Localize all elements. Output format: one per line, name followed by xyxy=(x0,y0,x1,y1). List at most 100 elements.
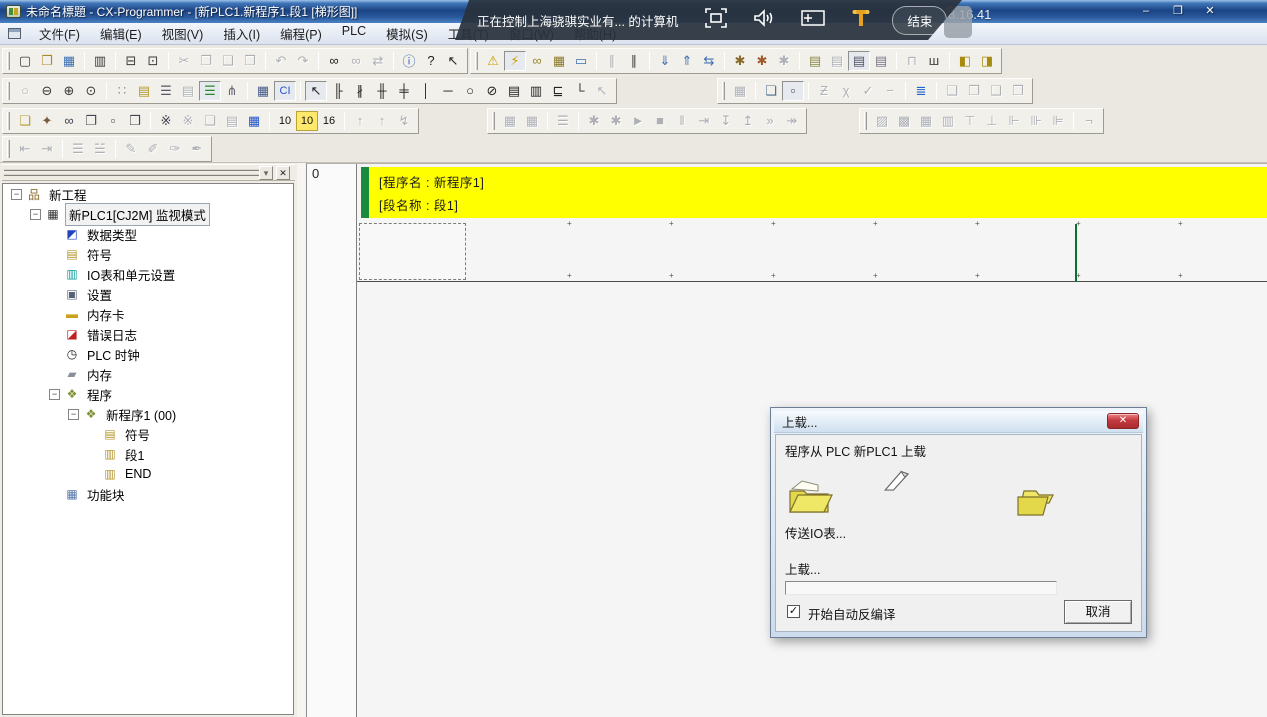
toolbar-grip[interactable] xyxy=(7,52,10,70)
build-tools-icon[interactable]: ✦ xyxy=(36,111,58,131)
open-project-icon[interactable]: ❒ xyxy=(36,51,58,71)
selected-cell[interactable] xyxy=(359,223,466,280)
comment-view-icon[interactable]: ▤ xyxy=(133,81,155,101)
auto-decompile-checkbox[interactable]: ✓ xyxy=(787,605,800,618)
output-window-icon[interactable]: ▫ xyxy=(102,111,124,131)
transfer-to-plc-icon[interactable]: ⇓ xyxy=(654,51,676,71)
mnemonics-view-icon[interactable]: ▦ xyxy=(252,81,274,101)
dialog-close-button[interactable]: ✕ xyxy=(1107,413,1139,429)
horizontal-line-icon[interactable]: ─ xyxy=(437,81,459,101)
tree-item-io-table[interactable]: ▥IO表和单元设置 xyxy=(3,264,293,284)
properties-window-icon[interactable]: ❒ xyxy=(124,111,146,131)
print-preview-icon[interactable]: ⊡ xyxy=(142,51,164,71)
about-info-icon[interactable]: ⓘ xyxy=(398,51,420,71)
tree-item-io-table-label[interactable]: IO表和单元设置 xyxy=(84,264,178,285)
menu-item-plc[interactable]: PLC xyxy=(332,21,376,46)
tree-item-error-log-label[interactable]: 错误日志 xyxy=(84,324,140,345)
toolbar-grip[interactable] xyxy=(475,52,478,70)
display-decimal-icon[interactable]: 10 xyxy=(274,111,296,131)
tree-expander-icon[interactable]: − xyxy=(30,209,41,220)
tree-item-error-log[interactable]: ◪错误日志 xyxy=(3,324,293,344)
layer-stack-icon[interactable]: ❏ xyxy=(760,81,782,101)
coil-closed-icon[interactable]: ⊘ xyxy=(481,81,503,101)
display-decimal-forced-icon[interactable]: 10 xyxy=(296,111,318,131)
zoom-fit-icon[interactable]: ⊙ xyxy=(80,81,102,101)
menu-item-program[interactable]: 编程(P) xyxy=(270,21,332,46)
instruction-set-icon[interactable]: ▥ xyxy=(525,81,547,101)
tree-item-program1-symbols[interactable]: ▤符号 xyxy=(3,424,293,444)
monitor-rung-colors-icon[interactable]: ☰ xyxy=(199,81,221,101)
contact-or-nc-icon[interactable]: ╪ xyxy=(393,81,415,101)
dialog-title-bar[interactable]: 上载... ✕ xyxy=(774,411,1143,433)
transfer-from-plc-icon[interactable]: ⇑ xyxy=(676,51,698,71)
tree-item-memory-card[interactable]: ▬内存卡 xyxy=(3,304,293,324)
tree-pane-toggle-icon[interactable]: ⋔ xyxy=(221,81,243,101)
watch-window-icon[interactable]: ❐ xyxy=(80,111,102,131)
tree-item-end-label[interactable]: END xyxy=(122,466,154,482)
display-hex-icon[interactable]: 16 xyxy=(318,111,340,131)
toolbar-grip[interactable] xyxy=(864,112,867,130)
address-reference-icon[interactable]: ≣ xyxy=(910,81,932,101)
address-ci-icon[interactable]: CI xyxy=(274,81,296,101)
menu-item-view[interactable]: 视图(V) xyxy=(152,21,214,46)
cross-reference-icon[interactable]: ※ xyxy=(155,111,177,131)
tree-item-project-label[interactable]: 新工程 xyxy=(46,184,90,205)
fullscreen-icon[interactable] xyxy=(704,7,728,34)
tree-item-settings-label[interactable]: 设置 xyxy=(84,284,115,305)
tree-item-section1-label[interactable]: 段1 xyxy=(122,444,147,465)
instruction-box-icon[interactable]: ▤ xyxy=(503,81,525,101)
tree-item-project[interactable]: −品新工程 xyxy=(3,184,293,204)
workspace-dropdown-button[interactable]: ▾ xyxy=(259,166,273,180)
save-online-icon[interactable]: ▦ xyxy=(548,51,570,71)
new-window-icon[interactable] xyxy=(800,7,826,34)
toolbar-grip[interactable] xyxy=(7,82,10,100)
toolbar-grip[interactable] xyxy=(7,140,10,158)
function-block-call-icon[interactable]: ⊑ xyxy=(547,81,569,101)
restore-button[interactable]: ❐ xyxy=(1169,4,1187,18)
tree-expander-icon[interactable]: − xyxy=(11,189,22,200)
find-online-icon[interactable]: ∞ xyxy=(526,51,548,71)
cancel-button[interactable]: 取消 xyxy=(1064,600,1132,624)
menu-item-file[interactable]: 文件(F) xyxy=(29,21,90,46)
save-project-icon[interactable]: ▦ xyxy=(58,51,80,71)
toolbar-grip[interactable] xyxy=(492,112,495,130)
tree-item-plc-clock[interactable]: ◷PLC 时钟 xyxy=(3,344,293,364)
find-icon[interactable]: ∞ xyxy=(323,51,345,71)
tree-expander-icon[interactable]: − xyxy=(49,389,60,400)
monitor-mode-icon[interactable]: ⚡ xyxy=(504,51,526,71)
force-off-icon[interactable]: ✱ xyxy=(751,51,773,71)
tree-expander-icon[interactable]: − xyxy=(68,409,79,420)
tree-item-end[interactable]: ▥END xyxy=(3,464,293,484)
tree-item-plc-clock-label[interactable]: PLC 时钟 xyxy=(84,344,143,365)
tree-item-data-types[interactable]: ◩数据类型 xyxy=(3,224,293,244)
memory-view-3-icon[interactable]: ▤ xyxy=(848,51,870,71)
tree-item-plc-label[interactable]: 新PLC1[CJ2M] 监视模式 xyxy=(65,203,210,226)
speaker-icon[interactable] xyxy=(752,7,776,34)
compare-with-plc-icon[interactable]: ⇆ xyxy=(698,51,720,71)
tree-item-programs[interactable]: −❖程序 xyxy=(3,384,293,404)
contact-nc-icon[interactable]: ∦ xyxy=(349,81,371,101)
menu-item-edit[interactable]: 编辑(E) xyxy=(90,21,152,46)
time-chart-icon[interactable]: ш xyxy=(923,51,945,71)
tree-item-memory-card-label[interactable]: 内存卡 xyxy=(84,304,128,325)
new-file-icon[interactable]: ▢ xyxy=(14,51,36,71)
io-comment-view-icon[interactable]: ▦ xyxy=(243,111,265,131)
tree-item-programs-label[interactable]: 程序 xyxy=(84,384,115,405)
paste-window-icon[interactable]: ❏ xyxy=(14,111,36,131)
remote-tool-icon[interactable] xyxy=(850,6,872,35)
protect-set-icon[interactable]: ◧ xyxy=(954,51,976,71)
tree-item-section1[interactable]: ▥段1 xyxy=(3,444,293,464)
minimize-button[interactable]: – xyxy=(1137,4,1155,18)
select-mode-icon[interactable]: ↖ xyxy=(305,81,327,101)
close-button[interactable]: ✕ xyxy=(1201,4,1219,18)
help-icon[interactable]: ? xyxy=(420,51,442,71)
contact-or-no-icon[interactable]: ╫ xyxy=(371,81,393,101)
contact-no-icon[interactable]: ╟ xyxy=(327,81,349,101)
toolbar-grip[interactable] xyxy=(722,82,725,100)
workspace-close-button[interactable]: ✕ xyxy=(276,166,290,180)
tree-item-memory-label[interactable]: 内存 xyxy=(84,364,115,385)
tree-item-symbols[interactable]: ▤符号 xyxy=(3,244,293,264)
tree-item-memory[interactable]: ▰内存 xyxy=(3,364,293,384)
tree-item-function-blocks[interactable]: ▦功能块 xyxy=(3,484,293,504)
tree-item-plc[interactable]: −▦新PLC1[CJ2M] 监视模式 xyxy=(3,204,293,224)
